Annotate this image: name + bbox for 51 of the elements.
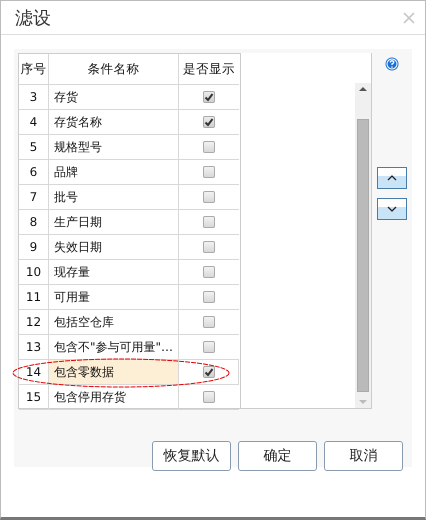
window-title: 滤设 <box>15 6 51 30</box>
table-cell: 9 <box>19 235 49 260</box>
checkbox[interactable] <box>203 191 215 203</box>
scrollbar[interactable] <box>355 83 371 408</box>
caret-down-icon <box>386 205 398 213</box>
close-icon[interactable] <box>403 12 415 24</box>
column-header: 条件名称 <box>49 54 179 85</box>
table-cell[interactable]: 可用量 <box>49 285 179 310</box>
table-cell[interactable]: 生产日期 <box>49 210 179 235</box>
move-down-button[interactable] <box>376 198 406 220</box>
dialog-button[interactable]: 取消 <box>324 441 403 471</box>
help-icon[interactable] <box>384 57 398 71</box>
table-cell[interactable]: 存货名称 <box>49 110 179 135</box>
table-cell: 5 <box>19 135 49 160</box>
checkbox[interactable] <box>203 341 215 353</box>
table-cell[interactable]: 批号 <box>49 185 179 210</box>
checkbox[interactable] <box>203 391 215 403</box>
table-cell: 15 <box>19 385 49 410</box>
checkbox[interactable] <box>203 91 215 103</box>
checkbox[interactable] <box>203 241 215 253</box>
table-cell: 10 <box>19 260 49 285</box>
table-cell[interactable]: 包含零数据 <box>49 360 179 385</box>
checkbox[interactable] <box>203 266 215 278</box>
table-cell[interactable]: 失效日期 <box>49 235 179 260</box>
table-cell: 12 <box>19 310 49 335</box>
dialog-button[interactable]: 确定 <box>238 441 317 471</box>
table-cell: 8 <box>19 210 49 235</box>
table-cell: 13 <box>19 335 49 360</box>
move-up-button[interactable] <box>376 167 406 189</box>
table-cell[interactable]: 包含停用存货 <box>49 385 179 410</box>
table-cell: 7 <box>19 185 49 210</box>
checkbox[interactable] <box>203 116 215 128</box>
checkbox[interactable] <box>202 366 214 378</box>
table-cell[interactable]: 存货 <box>49 85 179 110</box>
checkbox[interactable] <box>203 291 215 303</box>
table-cell[interactable]: 包括空仓库 <box>49 310 179 335</box>
checkbox[interactable] <box>203 141 215 153</box>
column-header: 是否显示 <box>179 54 239 85</box>
table-cell[interactable]: 品牌 <box>49 160 179 185</box>
checkbox[interactable] <box>203 216 215 228</box>
dialog-button[interactable]: 恢复默认 <box>152 441 231 471</box>
table-cell[interactable]: 规格型号 <box>49 135 179 160</box>
caret-up-icon <box>386 174 398 182</box>
checkbox[interactable] <box>203 166 215 178</box>
checkbox[interactable] <box>203 316 215 328</box>
table-cell: 4 <box>19 110 49 135</box>
table-cell: 6 <box>19 160 49 185</box>
table-cell: 3 <box>19 85 49 110</box>
table-cell: 11 <box>19 285 49 310</box>
column-header: 序号 <box>19 54 49 85</box>
table-cell[interactable]: 现存量 <box>49 260 179 285</box>
